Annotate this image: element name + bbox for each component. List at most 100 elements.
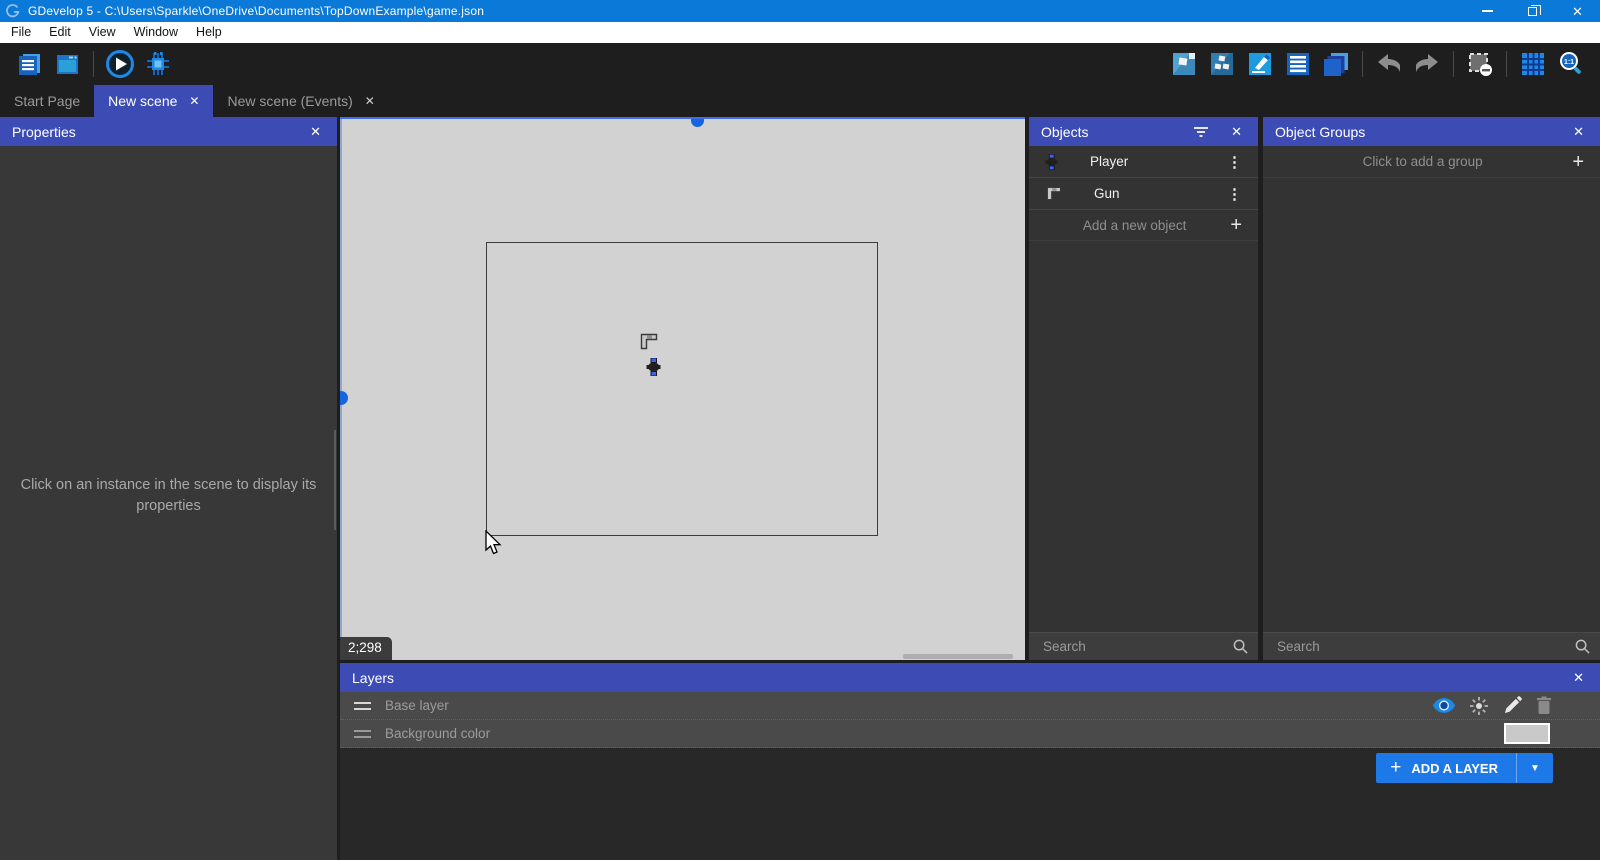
toggle-mask-button[interactable] [1463, 47, 1497, 81]
open-events-button[interactable] [1281, 47, 1315, 81]
object-row-gun[interactable]: Gun ⋮ [1029, 178, 1258, 210]
add-object-icon [1173, 53, 1195, 75]
objects-panel: Objects ✕ Player ⋮ Gun ⋮ Add a new objec… [1029, 117, 1258, 660]
drag-handle-icon[interactable] [354, 729, 371, 738]
layers-panel: Layers ✕ Base layer Background color + A… [340, 663, 1600, 860]
menu-file[interactable]: File [2, 22, 40, 43]
add-layer-button[interactable]: + ADD A LAYER ▼ [1376, 753, 1553, 783]
objects-panel-header: Objects ✕ [1029, 117, 1258, 146]
layer-delete-trash-icon[interactable] [1536, 696, 1552, 715]
canvas-vertical-scroll-track[interactable] [340, 119, 342, 660]
layer-edit-pencil-icon[interactable] [1503, 696, 1522, 715]
events-list-icon [1287, 53, 1309, 75]
object-name: Player [1090, 154, 1129, 169]
editor-tabs: Start Page New scene ✕ New scene (Events… [0, 85, 1600, 117]
properties-panel-title: Properties [12, 123, 76, 140]
window-title: GDevelop 5 - C:\Users\Sparkle\OneDrive\D… [28, 4, 485, 18]
objects-search-input[interactable] [1043, 639, 1233, 654]
object-groups-tool-button[interactable] [1205, 47, 1239, 81]
tab-new-scene[interactable]: New scene ✕ [94, 85, 214, 117]
menu-bar: File Edit View Window Help [0, 22, 1600, 43]
redo-button[interactable] [1410, 47, 1444, 81]
add-layer-plus-icon: + [1390, 757, 1402, 778]
layer-visibility-eye-icon[interactable] [1433, 698, 1455, 713]
tab-new-scene-events[interactable]: New scene (Events) ✕ [213, 85, 388, 117]
object-name: Gun [1094, 186, 1120, 201]
layer-row-base[interactable]: Base layer [340, 692, 1600, 720]
undo-icon [1378, 54, 1400, 72]
menu-edit[interactable]: Edit [40, 22, 80, 43]
layers-close-icon[interactable]: ✕ [1569, 669, 1588, 686]
menu-help[interactable]: Help [187, 22, 231, 43]
toolbar-separator [93, 51, 94, 77]
add-group-label: Click to add a group [1362, 154, 1483, 169]
layer-effects-icon[interactable] [1469, 696, 1489, 716]
tab-start-page[interactable]: Start Page [0, 85, 94, 117]
svg-text:1:1: 1:1 [1564, 59, 1574, 66]
toggle-grid-button[interactable] [1516, 47, 1550, 81]
add-new-object-row[interactable]: Add a new object + [1029, 210, 1258, 241]
add-object-tool-button[interactable] [1167, 47, 1201, 81]
zoom-original-button[interactable]: 1:1 [1554, 47, 1588, 81]
object-groups-icon [1211, 53, 1233, 75]
objects-panel-title: Objects [1041, 123, 1089, 140]
canvas-vertical-scroll-thumb[interactable] [340, 391, 348, 405]
minimize-icon [1482, 10, 1493, 12]
gun-object-icon [1046, 186, 1062, 201]
zoom-1-1-icon: 1:1 [1560, 52, 1581, 74]
toolbar-separator [1453, 51, 1454, 77]
object-menu-icon[interactable]: ⋮ [1221, 185, 1248, 203]
properties-panel-header: Properties ✕ [0, 117, 337, 146]
filter-icon[interactable] [1193, 126, 1209, 138]
tab-label: Start Page [14, 93, 81, 109]
restore-button[interactable] [1510, 0, 1555, 22]
gun-instance[interactable] [639, 333, 658, 350]
game-window-bounds [486, 242, 878, 536]
background-color-swatch[interactable] [1504, 723, 1550, 744]
layers-tool-button[interactable] [1319, 47, 1353, 81]
minimize-button[interactable] [1465, 0, 1510, 22]
drag-handle-icon[interactable] [354, 701, 371, 710]
menu-window[interactable]: Window [125, 22, 187, 43]
properties-scrollbar[interactable] [334, 430, 336, 530]
layers-stack-icon [1324, 53, 1348, 76]
object-row-player[interactable]: Player ⋮ [1029, 146, 1258, 178]
play-preview-button[interactable] [103, 47, 137, 81]
debug-icon [147, 52, 169, 75]
redo-icon [1416, 54, 1438, 72]
scene-canvas[interactable]: 2;298 [340, 117, 1025, 660]
debug-button[interactable] [141, 47, 175, 81]
player-instance[interactable] [646, 358, 661, 376]
menu-view[interactable]: View [80, 22, 125, 43]
tab-close-icon[interactable]: ✕ [365, 95, 375, 107]
canvas-horizontal-scroll-thumb[interactable] [691, 119, 704, 127]
add-object-label: Add a new object [1082, 217, 1187, 233]
layers-panel-header: Layers ✕ [340, 663, 1600, 692]
tab-label: New scene (Events) [227, 93, 353, 109]
properties-close-icon[interactable]: ✕ [306, 123, 325, 140]
edit-scene-properties-button[interactable] [1243, 47, 1277, 81]
add-group-row[interactable]: Click to add a group + [1263, 146, 1600, 178]
project-manager-button[interactable] [12, 47, 46, 81]
object-groups-panel-header: Object Groups ✕ [1263, 117, 1600, 146]
gdevelop-logo-icon [6, 4, 20, 18]
start-page-button[interactable] [50, 47, 84, 81]
add-object-plus-icon: + [1230, 214, 1242, 236]
layers-panel-title: Layers [352, 669, 395, 686]
canvas-bottom-scrollbar[interactable] [903, 654, 1013, 659]
object-groups-close-icon[interactable]: ✕ [1569, 123, 1588, 140]
object-menu-icon[interactable]: ⋮ [1221, 153, 1248, 171]
close-button[interactable]: ✕ [1555, 0, 1600, 22]
object-groups-search-input[interactable] [1277, 639, 1575, 654]
layer-row-background-color[interactable]: Background color [340, 720, 1600, 748]
objects-close-icon[interactable]: ✕ [1227, 123, 1246, 140]
add-layer-dropdown-icon[interactable]: ▼ [1517, 763, 1553, 774]
tab-close-icon[interactable]: ✕ [189, 95, 199, 107]
window-controls: ✕ [1465, 0, 1600, 22]
properties-panel: Properties ✕ Click on an instance in the… [0, 117, 337, 860]
cursor-position-badge: 2;298 [340, 637, 392, 660]
add-layer-label: ADD A LAYER [1411, 760, 1498, 776]
undo-button[interactable] [1372, 47, 1406, 81]
search-icon [1233, 639, 1248, 654]
grid-icon [1522, 53, 1544, 75]
